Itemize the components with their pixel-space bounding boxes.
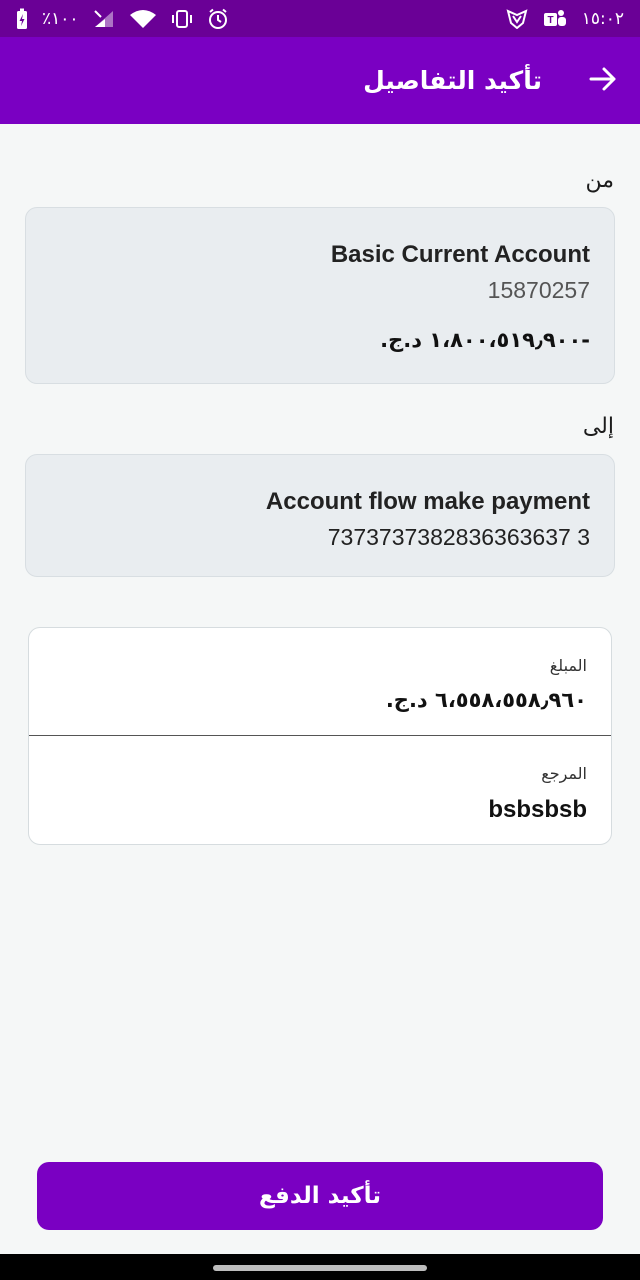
from-label: من	[585, 168, 614, 193]
confirm-payment-button[interactable]: تأكيد الدفع	[37, 1162, 603, 1230]
vibrate-icon	[171, 9, 193, 29]
to-account-card[interactable]: Account flow make payment 73737373828363…	[25, 454, 615, 577]
to-account-number: 7373737382836363637 3	[327, 524, 590, 550]
signal-icon	[93, 9, 115, 29]
reference-label: المرجع	[541, 764, 587, 783]
teams-icon: T	[542, 8, 568, 30]
battery-percent: ٪١٠٠	[42, 8, 79, 29]
home-gesture-handle[interactable]	[213, 1265, 427, 1271]
amount-value: ٦،٥٥٨،٥٥٨٫٩٦٠ د.ج.	[385, 688, 587, 712]
shield-icon	[506, 8, 528, 29]
from-account-card[interactable]: Basic Current Account 15870257 -١،٨٠٠،٥١…	[25, 207, 615, 384]
to-account-name: Account flow make payment	[265, 488, 590, 515]
page-title: تأكيد التفاصيل	[363, 66, 542, 95]
status-left: ٪١٠٠	[16, 8, 229, 30]
wifi-icon	[129, 9, 157, 29]
arrow-right-icon	[588, 64, 618, 98]
status-right: T ١٥:٠٢	[506, 8, 624, 30]
clock: ١٥:٠٢	[581, 8, 624, 29]
from-account-name: Basic Current Account	[330, 241, 590, 268]
to-label: إلى	[582, 414, 614, 439]
reference-row: المرجع bsbsbsb	[29, 736, 611, 844]
reference-value: bsbsbsb	[488, 796, 587, 823]
system-nav-bar	[0, 1254, 640, 1280]
from-account-balance: -١،٨٠٠،٥١٩٫٩٠٠ د.ج.	[380, 328, 590, 352]
app-bar: تأكيد التفاصيل	[0, 37, 640, 124]
back-button[interactable]	[586, 64, 620, 98]
battery-charging-icon	[16, 8, 28, 30]
svg-text:T: T	[547, 15, 553, 26]
status-bar: ٪١٠٠ T ١٥:٠٢	[0, 0, 640, 37]
amount-row: المبلغ ٦،٥٥٨،٥٥٨٫٩٦٠ د.ج.	[29, 628, 611, 736]
from-account-number: 15870257	[487, 277, 590, 303]
amount-label: المبلغ	[549, 656, 587, 675]
payment-details-card: المبلغ ٦،٥٥٨،٥٥٨٫٩٦٠ د.ج. المرجع bsbsbsb	[28, 627, 612, 845]
alarm-icon	[207, 8, 229, 30]
